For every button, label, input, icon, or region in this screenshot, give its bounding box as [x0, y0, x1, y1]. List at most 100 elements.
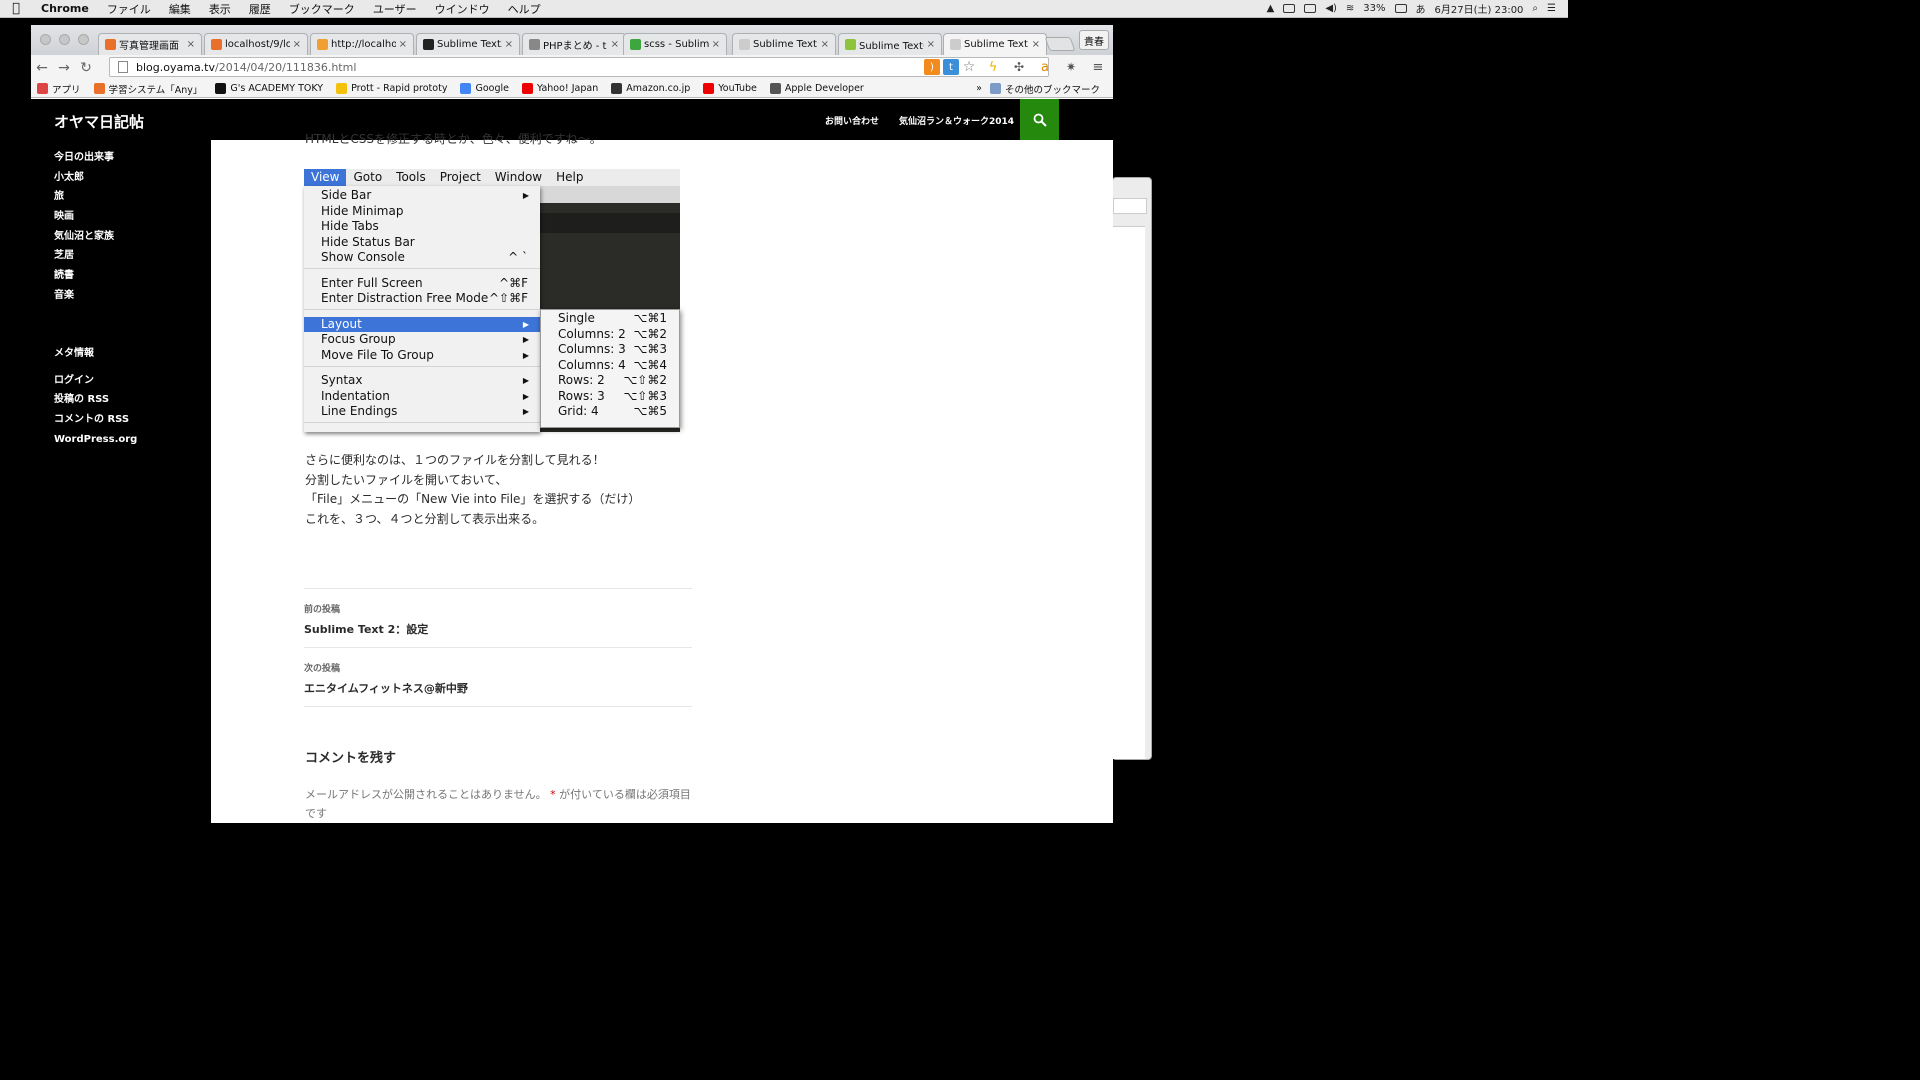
view-menu-item: Syntax ▶ [304, 373, 540, 389]
browser-tab[interactable]: Sublime Text 2× [943, 33, 1047, 55]
spotlight-icon[interactable]: ⌕ [1532, 3, 1538, 14]
airplay-icon[interactable] [1304, 4, 1317, 13]
view-menu-item: Line Endings ▶ [304, 404, 540, 420]
next-post[interactable]: 次の投稿 エニタイムフィットネス@新中野 [304, 648, 692, 707]
tab-close-icon[interactable]: × [505, 39, 513, 50]
volume-icon[interactable]: ◀) [1325, 3, 1337, 14]
bookmark-item[interactable]: アプリ [37, 82, 81, 96]
browser-tab[interactable]: localhost/9/log× [204, 33, 308, 55]
drive-icon[interactable]: ▲ [1267, 3, 1275, 14]
menu-window[interactable]: ウインドウ [426, 1, 499, 17]
menu-history[interactable]: 履歴 [240, 1, 280, 17]
bookmark-item[interactable]: G's ACADEMY TOKY [215, 83, 323, 94]
sidebar-category-link[interactable]: 音楽 [54, 286, 211, 306]
profile-button[interactable]: 貴春 [1079, 30, 1109, 50]
bookmark-item[interactable]: Prott - Rapid prototy [336, 83, 447, 94]
new-tab-button[interactable] [1044, 37, 1076, 51]
bookmark-item[interactable]: Google [460, 83, 509, 94]
chrome-menu-icon[interactable]: ≡ [1090, 59, 1106, 75]
sidebar-category-link[interactable]: 映画 [54, 207, 211, 227]
browser-tab[interactable]: PHPまとめ - t × [522, 33, 626, 55]
tab-close-icon[interactable]: × [821, 39, 829, 50]
bookmark-item[interactable]: 学習システム「Any」 [93, 82, 202, 96]
reload-button-icon[interactable]: ↻ [75, 60, 97, 76]
background-window[interactable] [1112, 177, 1152, 760]
nav-contact[interactable]: お問い合わせ [825, 114, 879, 127]
menu-app-name[interactable]: Chrome [32, 2, 98, 15]
amazon-extension-icon[interactable]: a [1037, 59, 1053, 75]
menu-file[interactable]: ファイル [98, 1, 160, 17]
bookmark-star-icon[interactable]: ☆ [961, 59, 977, 75]
gear-extension-icon[interactable]: ✷ [1063, 59, 1079, 75]
lightning-extension-icon[interactable]: ϟ [985, 59, 1001, 75]
browser-tab[interactable]: http://localhos × [310, 33, 414, 55]
browser-tab[interactable]: Sublime Textの× [838, 33, 942, 55]
address-bar[interactable]: blog.oyama.tv/2014/04/20/111836.html [109, 57, 1049, 77]
submenu-arrow-icon: ▶ [522, 335, 529, 344]
tab-title: Sublime Textの [859, 41, 924, 52]
extension-icon[interactable]: t [943, 59, 959, 75]
layout-menu-item-shortcut: ⌥⇧⌘3 [623, 388, 667, 403]
bookmark-item[interactable]: Amazon.co.jp [611, 83, 690, 94]
menu-user[interactable]: ユーザー [364, 1, 426, 17]
sidebar-category-link[interactable]: 気仙沼と家族 [54, 227, 211, 247]
display-icon[interactable] [1283, 4, 1296, 13]
sidebar-category-link[interactable]: 芝居 [54, 246, 211, 266]
meta-link[interactable]: コメントの RSS [54, 410, 211, 430]
tab-title: scss - Sublime [644, 39, 709, 50]
bookmark-item[interactable]: Yahoo! Japan [521, 83, 598, 94]
bookmarks-overflow-button[interactable]: » [976, 83, 982, 94]
menu-edit[interactable]: 編集 [160, 1, 200, 17]
tab-close-icon[interactable]: × [187, 39, 195, 50]
site-title[interactable]: オヤマ日記帖 [54, 111, 144, 132]
tab-close-icon[interactable]: × [1032, 39, 1040, 50]
menu-bookmarks[interactable]: ブックマーク [280, 1, 364, 17]
sidebar-category-link[interactable]: 小太郎 [54, 168, 211, 188]
sidebar-category-link[interactable]: 今日の出来事 [54, 148, 211, 168]
forward-button-icon[interactable]: → [53, 60, 75, 76]
meta-link[interactable]: ログイン [54, 371, 211, 391]
browser-tab[interactable]: scss - Sublime × [623, 33, 727, 55]
next-post-title[interactable]: エニタイムフィットネス@新中野 [304, 680, 692, 696]
zoom-window-button[interactable] [78, 34, 89, 45]
submenu-arrow-icon: ▶ [522, 407, 529, 416]
other-bookmarks-folder[interactable]: その他のブックマーク [989, 82, 1100, 96]
battery-percent[interactable]: 33% [1363, 3, 1385, 14]
nav-kesennuma-run[interactable]: 気仙沼ラン＆ウォーク2014 [899, 114, 1014, 127]
minimize-window-button[interactable] [59, 34, 70, 45]
youtube-icon [703, 83, 715, 94]
wifi-icon[interactable]: ≋ [1346, 3, 1354, 14]
meta-link[interactable]: 投稿の RSS [54, 390, 211, 410]
puzzle-extension-icon[interactable]: ✣ [1011, 59, 1027, 75]
notification-icon[interactable]: ☰ [1547, 3, 1556, 14]
rss-icon[interactable]: ) [924, 59, 940, 75]
close-window-button[interactable] [40, 34, 51, 45]
bookmark-item[interactable]: YouTube [703, 83, 757, 94]
browser-tab[interactable]: 写真管理画面 × [98, 33, 202, 55]
back-button-icon[interactable]: ← [31, 60, 53, 76]
sidebar-category-link[interactable]: 読書 [54, 266, 211, 286]
battery-icon[interactable] [1394, 4, 1407, 13]
menu-view[interactable]: 表示 [200, 1, 240, 17]
previous-post-title[interactable]: Sublime Text 2：設定 [304, 621, 692, 637]
layout-menu-item: Columns: 2 ⌥⌘2 [541, 327, 679, 343]
bookmark-item[interactable]: Apple Developer [769, 83, 864, 94]
clock[interactable]: 6月27日(土) 23:00 [1435, 1, 1524, 16]
post-paragraph: さらに便利なのは、１つのファイルを分割して見れる！ 分割したいファイルを開いてお… [305, 451, 640, 530]
tab-close-icon[interactable]: × [927, 39, 935, 50]
tab-close-icon[interactable]: × [399, 39, 407, 50]
apple-menu-icon[interactable]:  [0, 1, 32, 16]
view-menu-item-label: Enter Distraction Free Mode [321, 291, 489, 305]
previous-post[interactable]: 前の投稿 Sublime Text 2：設定 [304, 589, 692, 648]
browser-tab[interactable]: Sublime Text | × [732, 33, 836, 55]
browser-tab[interactable]: Sublime Text3 × [416, 33, 520, 55]
sidebar-category-link[interactable]: 旅 [54, 187, 211, 207]
meta-link[interactable]: WordPress.org [54, 430, 211, 450]
tab-close-icon[interactable]: × [712, 39, 720, 50]
tab-close-icon[interactable]: × [293, 39, 301, 50]
menu-help[interactable]: ヘルプ [499, 1, 550, 17]
page-icon [118, 61, 128, 73]
input-method-icon[interactable]: あ [1416, 1, 1426, 16]
tab-close-icon[interactable]: × [611, 39, 619, 50]
site-search-button[interactable] [1020, 99, 1059, 140]
